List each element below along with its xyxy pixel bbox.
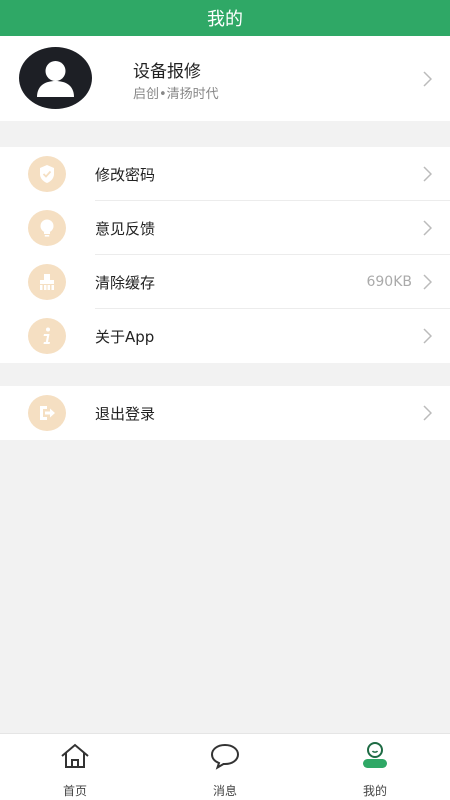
settings-group: 修改密码 意见反馈 清除缓存 690KB 关于App [0,147,450,363]
chevron-right-icon [423,405,432,421]
chevron-right-icon [423,328,432,344]
page-title: 我的 [207,9,243,30]
tab-messages[interactable]: 消息 [185,734,265,800]
logout-icon [28,395,66,431]
change-password-row[interactable]: 修改密码 [0,147,450,201]
chevron-right-icon [423,274,432,290]
bottom-tab-bar: 首页 消息 我的 [0,733,450,800]
about-app-label: 关于App [95,328,155,346]
user-avatar-icon [19,47,92,109]
feedback-label: 意见反馈 [95,220,156,238]
clear-cache-label: 清除缓存 [95,274,156,292]
logout-group: 退出登录 [0,386,450,440]
cache-size-value: 690KB [366,274,412,290]
change-password-label: 修改密码 [95,166,156,184]
profile-name: 设备报修 [133,62,201,82]
message-icon [209,742,241,770]
home-icon [59,742,91,770]
profile-subtitle: 启创•清扬时代 [133,87,219,102]
clear-cache-row[interactable]: 清除缓存 690KB [0,255,450,309]
chevron-right-icon [423,220,432,236]
about-app-row[interactable]: 关于App [0,309,450,363]
info-icon [28,318,66,354]
profile-icon [359,742,391,770]
chevron-right-icon [423,71,432,87]
tab-home-label: 首页 [62,784,87,798]
header-bar: 我的 [0,0,450,36]
broom-icon [28,264,66,300]
lightbulb-icon [28,210,66,246]
chevron-right-icon [423,166,432,182]
tab-profile[interactable]: 我的 [335,734,415,800]
profile-card[interactable]: 设备报修 启创•清扬时代 [0,36,450,121]
tab-messages-label: 消息 [212,784,237,798]
logout-row[interactable]: 退出登录 [0,386,450,440]
tab-profile-label: 我的 [362,784,387,798]
logout-label: 退出登录 [95,405,156,423]
feedback-row[interactable]: 意见反馈 [0,201,450,255]
shield-icon [28,156,66,192]
tab-home[interactable]: 首页 [35,734,115,800]
